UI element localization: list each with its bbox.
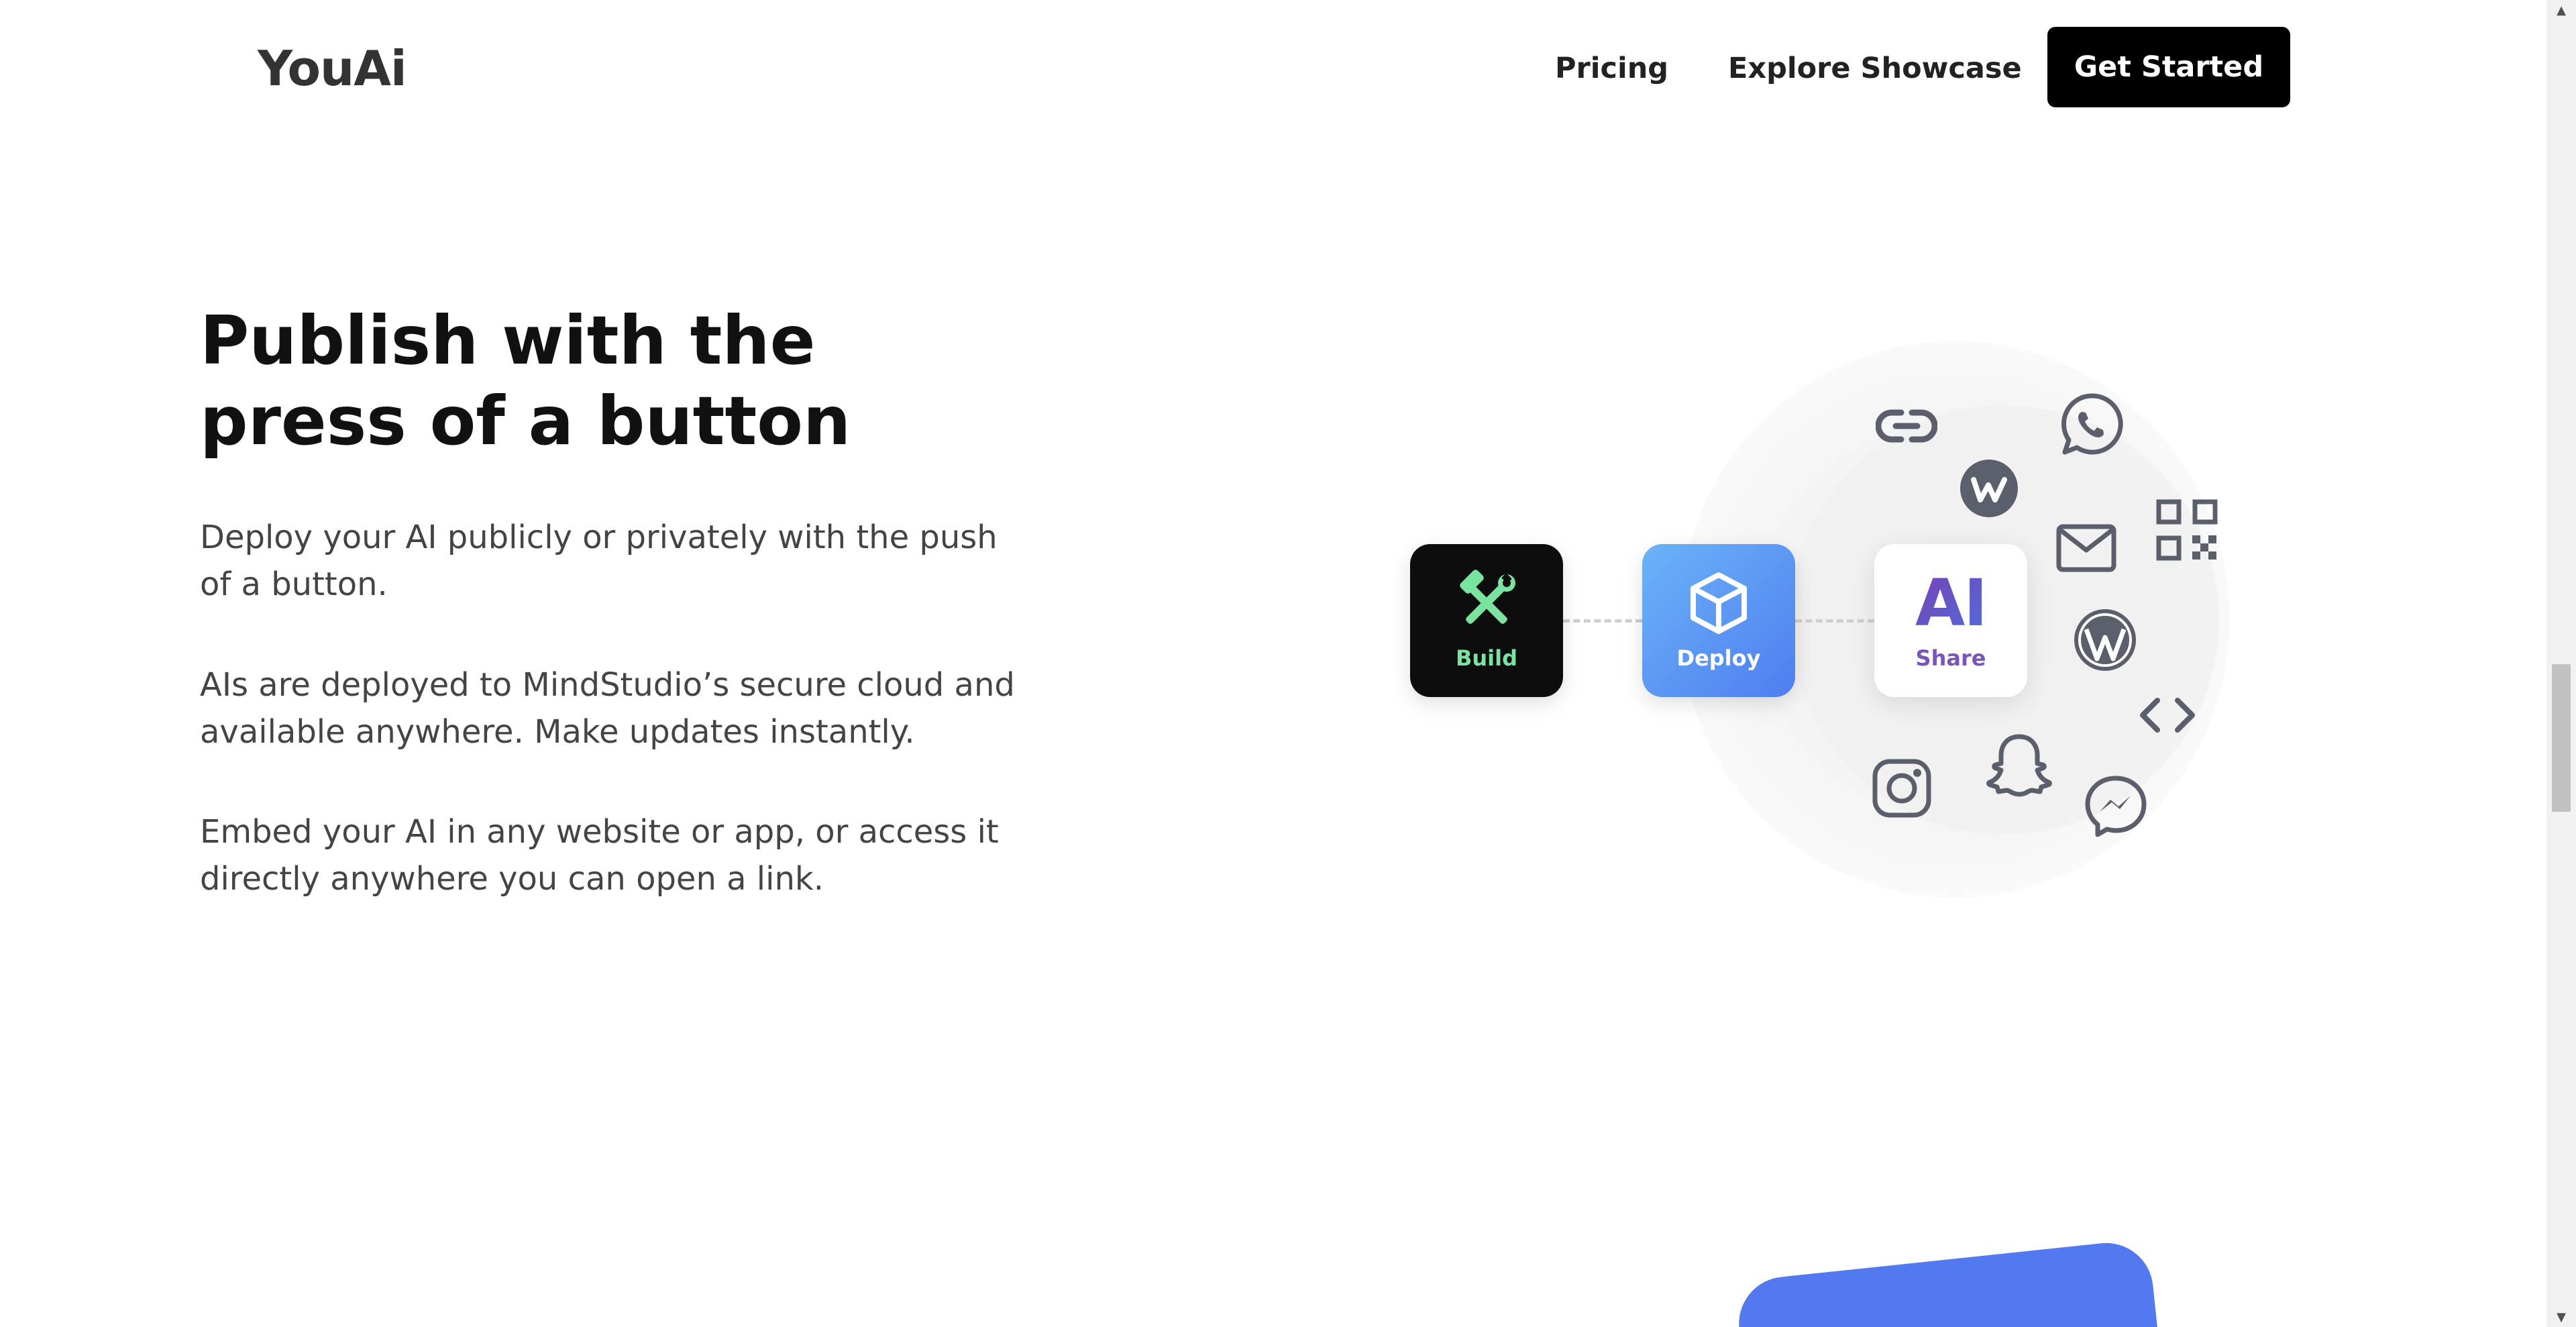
- instagram-icon[interactable]: [1872, 758, 1932, 818]
- code-embed-icon[interactable]: [2137, 695, 2198, 735]
- scroll-down-arrow-icon[interactable]: ▼: [2546, 1307, 2576, 1327]
- next-section-card-edge: [1734, 1238, 2158, 1327]
- paragraph-cloud: AIs are deployed to MindStudio’s secure …: [200, 666, 1015, 751]
- page-scrollbar[interactable]: ▲ ▼: [2546, 0, 2576, 1327]
- headline-line-2: press of a button: [200, 382, 851, 460]
- section-headline: Publish with the press of a button: [200, 301, 938, 462]
- brand-logo[interactable]: YouAi: [258, 35, 407, 102]
- box-icon: [1690, 572, 1747, 634]
- dashed-connector-deploy-share: [1795, 619, 1874, 623]
- deploy-label: Deploy: [1676, 645, 1761, 671]
- link-icon[interactable]: [1876, 403, 1937, 449]
- scroll-up-arrow-icon[interactable]: ▲: [2546, 0, 2576, 20]
- nav-pricing-link[interactable]: Pricing: [1555, 48, 1668, 89]
- messenger-icon[interactable]: [2084, 774, 2148, 839]
- share-label: Share: [1915, 645, 1986, 671]
- share-tile[interactable]: AI Share: [1874, 544, 2027, 697]
- ai-logo-mark: AI: [1915, 566, 1988, 641]
- nav-explore-showcase-link[interactable]: Explore Showcase: [1728, 48, 2022, 89]
- get-started-button[interactable]: Get Started: [2047, 27, 2290, 107]
- whatsapp-icon[interactable]: [2058, 390, 2125, 458]
- page: YouAi Pricing Explore Showcase Get Start…: [0, 0, 2576, 1327]
- qr-code-icon[interactable]: [2156, 499, 2218, 561]
- scroll-thumb[interactable]: [2552, 664, 2571, 812]
- headline-line-1: Publish with the: [200, 301, 816, 380]
- deploy-tile[interactable]: Deploy: [1642, 544, 1795, 697]
- build-tile[interactable]: Build: [1410, 544, 1563, 697]
- dashed-connector-build-deploy: [1563, 619, 1642, 623]
- paragraph-embed: Embed your AI in any website or app, or …: [200, 813, 999, 898]
- paragraph-deploy: Deploy your AI publicly or privately wit…: [200, 519, 998, 603]
- snapchat-icon[interactable]: [1986, 731, 2053, 798]
- email-icon[interactable]: [2055, 523, 2117, 573]
- tools-icon: [1460, 570, 1515, 624]
- webflow-icon[interactable]: [1959, 458, 2019, 519]
- wordpress-icon[interactable]: [2073, 608, 2137, 672]
- build-label: Build: [1455, 645, 1517, 671]
